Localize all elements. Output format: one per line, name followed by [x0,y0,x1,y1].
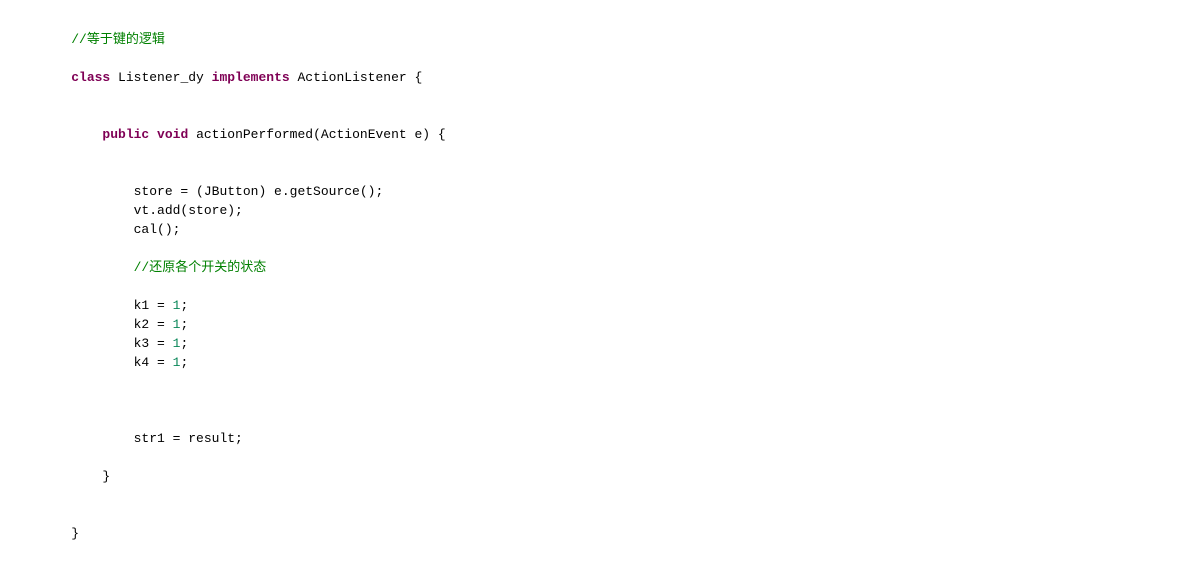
keyword-public: public [102,127,149,142]
comment-reset: //还原各个开关的状态 [134,260,267,275]
k2-pre: k2 = [134,317,173,332]
line-store: store = (JButton) e.getSource(); [134,184,384,199]
k2-post: ; [180,317,188,332]
impl-name: ActionListener { [290,70,423,85]
line-str1: str1 = result; [134,431,243,446]
space [149,127,157,142]
k3-pre: k3 = [134,336,173,351]
code-pre: //等于键的逻辑 class Listener_dy implements Ac… [40,30,1202,543]
line-cal: cal(); [134,222,181,237]
k4-post: ; [180,355,188,370]
k3-post: ; [180,336,188,351]
close-method: } [102,469,110,484]
class-name: Listener_dy [110,70,211,85]
line-vt: vt.add(store); [134,203,243,218]
keyword-implements: implements [212,70,290,85]
comment-top: //等于键的逻辑 [71,32,165,47]
method-sig: actionPerformed(ActionEvent e) { [188,127,445,142]
keyword-void: void [157,127,188,142]
k1-pre: k1 = [134,298,173,313]
keyword-class: class [71,70,110,85]
k1-post: ; [180,298,188,313]
close-class: } [71,526,79,541]
code-block: //等于键的逻辑 class Listener_dy implements Ac… [0,0,1202,573]
k4-pre: k4 = [134,355,173,370]
